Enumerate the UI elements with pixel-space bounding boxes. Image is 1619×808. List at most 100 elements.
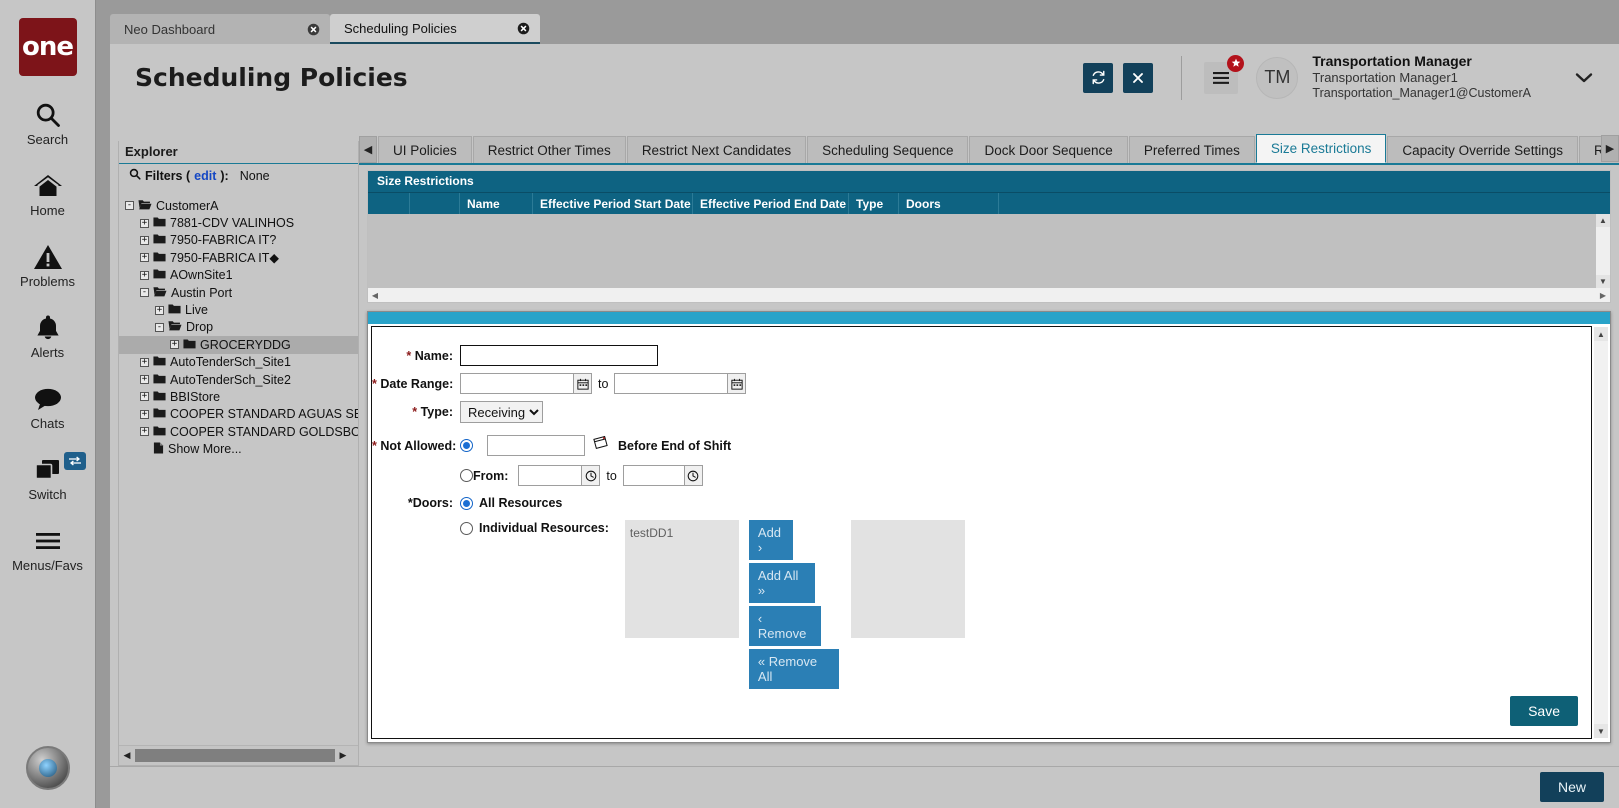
browser-tab-neo-dashboard[interactable]: Neo Dashboard [110,14,330,44]
triangle-up-icon[interactable]: ▲ [1594,327,1608,341]
app-logo[interactable]: one [18,18,77,76]
tree-node[interactable]: + BBIStore [119,388,358,405]
tree-node[interactable]: + GROCERYDDG [119,336,358,354]
grid-column-header[interactable]: Effective Period End Date [693,193,849,214]
explorer-filters-row[interactable]: Filters (edit): None [119,164,358,186]
transfer-add-all-button[interactable]: Add All » [748,563,815,603]
tree-node[interactable]: + COOPER STANDARD AGUAS SEALING (3 [119,406,358,423]
form-vertical-scrollbar[interactable]: ▲ ▼ [1594,327,1608,738]
tree-node[interactable]: +7881-CDV VALINHOS [119,214,358,231]
grid-column-header[interactable] [368,193,410,214]
tab-restrict-other-times[interactable]: Restrict Other Times [472,136,626,163]
tab-preferred-times[interactable]: Preferred Times [1128,136,1255,163]
triangle-up-icon[interactable]: ▲ [1596,214,1610,227]
swap-arrows-icon[interactable] [63,452,86,470]
date-range-end-input[interactable] [614,373,729,394]
rail-item-chats[interactable]: Chats [0,384,96,431]
tree-node[interactable]: Show More... [119,440,358,457]
type-select[interactable]: ReceivingShipping [460,401,543,423]
triangle-down-icon[interactable]: ▼ [1594,724,1608,738]
expand-toggle-icon[interactable]: + [140,375,149,385]
expand-toggle-icon[interactable]: + [140,270,149,280]
collapse-toggle-icon[interactable]: - [125,201,134,211]
tab-scroll-right-button[interactable]: ▶ [1601,135,1619,162]
resource-list-item[interactable]: testDD1 [630,526,739,540]
date-range-start-input[interactable] [460,373,574,394]
tree-node[interactable]: + AutoTenderSch_Site2 [119,371,358,388]
grid-horizontal-scrollbar[interactable]: ◀ ▶ [368,288,1610,302]
expand-toggle-icon[interactable]: + [140,235,149,245]
shift-calendar-icon[interactable] [592,435,609,456]
expand-toggle-icon[interactable]: + [140,427,149,437]
selected-resources-list[interactable] [850,520,965,638]
grid-body[interactable] [368,214,1596,288]
expand-toggle-icon[interactable]: + [170,340,179,350]
tree-node[interactable]: + AutoTenderSch_Site1 [119,354,358,371]
rail-item-switch[interactable]: Switch [0,452,96,502]
name-input[interactable] [460,345,658,366]
grid-column-header[interactable]: Type [849,193,899,214]
rail-item-home[interactable]: Home [0,171,96,218]
doors-all-resources-radio[interactable] [460,496,473,510]
tree-node[interactable]: +7950-FABRICA IT◆ [119,249,358,266]
tree-node[interactable]: - Austin Port [119,284,358,301]
tab-scheduling-sequence[interactable]: Scheduling Sequence [807,136,969,163]
tab-scroll-left-button[interactable]: ◀ [359,136,377,163]
chevron-down-icon[interactable] [1567,60,1601,95]
tree-node[interactable]: +7950-FABRICA IT? [119,232,358,249]
triangle-left-icon[interactable]: ◀ [119,751,135,761]
expand-toggle-icon[interactable]: + [155,305,164,315]
rail-item-problems[interactable]: Problems [0,242,96,289]
grid-column-header[interactable]: Name [460,193,533,214]
not-allowed-from-input[interactable] [518,465,583,486]
triangle-right-icon[interactable]: ▶ [335,751,351,761]
tree-node[interactable]: + COOPER STANDARD GOLDSBORO [119,423,358,440]
expand-toggle-icon[interactable]: + [140,253,149,263]
rail-item-alerts[interactable]: Alerts [0,313,96,360]
globe-status-icon[interactable] [25,746,70,790]
collapse-toggle-icon[interactable]: - [140,288,149,298]
grid-column-header[interactable]: Doors [899,193,999,214]
tab-restrict-next-candidates[interactable]: Restrict Next Candidates [626,136,807,163]
not-allowed-to-input[interactable] [622,465,685,486]
close-icon[interactable] [495,22,530,35]
available-resources-list[interactable]: testDD1 [624,520,739,638]
tab-dock-door-sequence[interactable]: Dock Door Sequence [969,136,1128,163]
new-button[interactable]: New [1539,772,1604,802]
grid-vertical-scrollbar[interactable]: ▲ ▼ [1596,214,1610,288]
close-icon[interactable] [285,23,320,36]
tree-node[interactable]: + Live [119,301,358,318]
tab-capacity-override-settings[interactable]: Capacity Override Settings [1387,136,1578,163]
transfer-add-button[interactable]: Add › [748,520,793,560]
expand-toggle-icon[interactable]: + [140,357,149,367]
transfer-remove-button[interactable]: ‹ Remove [748,606,821,646]
calendar-icon[interactable] [728,373,747,394]
scrollbar-thumb[interactable] [135,749,335,762]
triangle-down-icon[interactable]: ▼ [1596,275,1610,288]
collapse-toggle-icon[interactable]: - [155,322,164,332]
doors-individual-resources-radio[interactable] [460,522,473,535]
rail-item-menus-favs[interactable]: Menus/Favs [0,526,96,573]
tab-size-restrictions[interactable]: Size Restrictions [1255,134,1387,163]
tab-ui-policies[interactable]: UI Policies [378,136,472,163]
clock-icon[interactable] [582,465,601,486]
tree-node[interactable]: - Drop [119,319,358,336]
expand-toggle-icon[interactable]: + [140,409,149,419]
rail-item-search[interactable]: Search [0,100,96,147]
grid-column-header[interactable]: Effective Period Start Date [533,193,693,214]
not-allowed-before-shift-radio[interactable] [460,439,473,452]
avatar[interactable]: TM [1256,56,1299,99]
not-allowed-offset-input[interactable] [487,435,585,456]
expand-toggle-icon[interactable]: + [140,392,149,402]
browser-tab-scheduling-policies[interactable]: Scheduling Policies [330,14,540,44]
not-allowed-from-radio[interactable] [460,469,473,482]
triangle-right-icon[interactable]: ▶ [1596,291,1610,300]
refresh-icon[interactable] [1083,62,1114,93]
close-x-icon[interactable] [1123,62,1154,93]
clock-icon[interactable] [684,465,703,486]
tree-node[interactable]: - CustomerA [119,197,358,214]
filters-edit-link[interactable]: edit [194,169,216,183]
expand-toggle-icon[interactable]: + [140,218,149,228]
grid-column-header[interactable] [410,193,460,214]
triangle-left-icon[interactable]: ◀ [368,291,382,300]
